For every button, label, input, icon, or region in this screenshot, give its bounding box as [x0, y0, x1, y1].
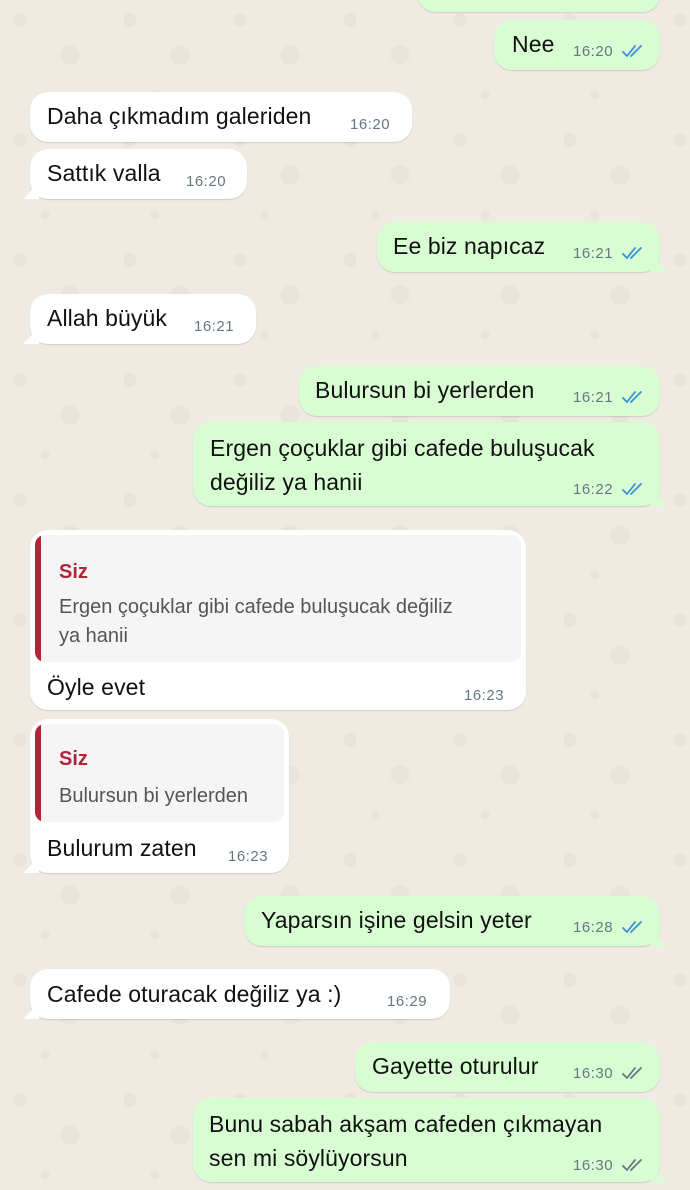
message-bubble-outgoing[interactable]: Nee 16:20 — [494, 20, 660, 70]
read-ticks-icon — [622, 921, 642, 933]
message-time: 16:21 — [573, 389, 614, 406]
message-text-line-1: Bunu sabah akşam cafeden çıkmayan — [209, 1111, 603, 1137]
message-bubble-outgoing[interactable]: Ee biz napıcaz 16:21 — [377, 222, 660, 272]
message-time: 16:20 — [573, 43, 614, 60]
quote-text-line-2: ya hanii — [59, 625, 128, 647]
message-time: 16:21 — [573, 245, 614, 262]
message-bubble-incoming[interactable]: Sattık valla 16:20 — [30, 149, 247, 199]
message-text: Bulursun bi yerlerden — [315, 377, 535, 403]
message-text: Nee — [512, 31, 555, 57]
message-bubble-incoming-reply[interactable]: Siz Ergen çoçuklar gibi cafede buluşucak… — [30, 530, 526, 710]
message-text: Ee biz napıcaz — [393, 233, 546, 259]
message-text: Yaparsın işine gelsin yeter — [261, 907, 532, 933]
chat-wallpaper: Nee 16:20 Daha çıkmadım galeriden 16:20 … — [0, 0, 690, 1190]
delivered-ticks-icon — [622, 1067, 642, 1079]
message-text-line-2: sen mi söylüyorsun — [209, 1145, 408, 1171]
read-ticks-icon — [622, 45, 642, 57]
message-time: 16:30 — [573, 1157, 614, 1174]
message-bubble-outgoing[interactable]: Bulursun bi yerlerden 16:21 — [299, 366, 660, 416]
message-text: Cafede oturacak değiliz ya :) — [47, 981, 342, 1007]
message-bubble-incoming[interactable]: Allah büyük 16:21 — [30, 294, 256, 344]
read-ticks-icon — [622, 247, 642, 259]
message-bubble-incoming-reply[interactable]: Siz Bulursun bi yerlerden Bulurum zaten … — [30, 719, 289, 873]
message-text-line-1: Ergen çoçuklar gibi cafede buluşucak — [210, 435, 595, 461]
message-bubble-partial[interactable] — [418, 0, 660, 12]
quote-author: Siz — [59, 748, 88, 770]
read-ticks-icon — [622, 483, 642, 495]
message-time: 16:22 — [573, 481, 614, 498]
message-time: 16:20 — [350, 116, 391, 133]
message-bubble-outgoing[interactable]: Gayette oturulur 16:30 — [355, 1042, 660, 1092]
message-time: 16:28 — [573, 919, 614, 936]
message-time: 16:21 — [194, 318, 235, 335]
message-bubble-incoming[interactable]: Cafede oturacak değiliz ya :) 16:29 — [30, 969, 450, 1019]
quoted-message[interactable]: Siz Bulursun bi yerlerden — [35, 724, 284, 822]
message-time: 16:23 — [228, 848, 269, 865]
message-bubble-outgoing[interactable]: Bunu sabah akşam cafeden çıkmayan sen mi… — [193, 1098, 660, 1182]
message-text: Sattık valla — [47, 160, 161, 186]
quote-author: Siz — [59, 561, 88, 583]
delivered-ticks-icon — [622, 1159, 642, 1171]
message-text: Daha çıkmadım galeriden — [47, 103, 312, 129]
message-time: 16:30 — [573, 1065, 614, 1082]
read-ticks-icon — [622, 391, 642, 403]
quote-accent-bar — [35, 535, 41, 662]
message-text: Bulurum zaten — [47, 835, 197, 861]
message-text: Allah büyük — [47, 305, 168, 331]
quote-text: Bulursun bi yerlerden — [59, 785, 248, 807]
quote-accent-bar — [35, 724, 41, 822]
message-text: Öyle evet — [47, 674, 146, 700]
message-time: 16:23 — [464, 687, 505, 704]
quoted-message[interactable]: Siz Ergen çoçuklar gibi cafede buluşucak… — [35, 535, 521, 662]
message-text: Gayette oturulur — [372, 1053, 539, 1079]
quote-text-line-1: Ergen çoçuklar gibi cafede buluşucak değ… — [59, 596, 453, 618]
message-bubble-outgoing[interactable]: Yaparsın işine gelsin yeter 16:28 — [244, 896, 660, 946]
message-bubble-outgoing[interactable]: Ergen çoçuklar gibi cafede buluşucak değ… — [193, 422, 660, 506]
message-time: 16:29 — [387, 993, 428, 1010]
message-bubble-incoming[interactable]: Daha çıkmadım galeriden 16:20 — [30, 92, 412, 142]
message-time: 16:20 — [186, 173, 227, 190]
message-text-line-2: değiliz ya hanii — [210, 469, 363, 495]
